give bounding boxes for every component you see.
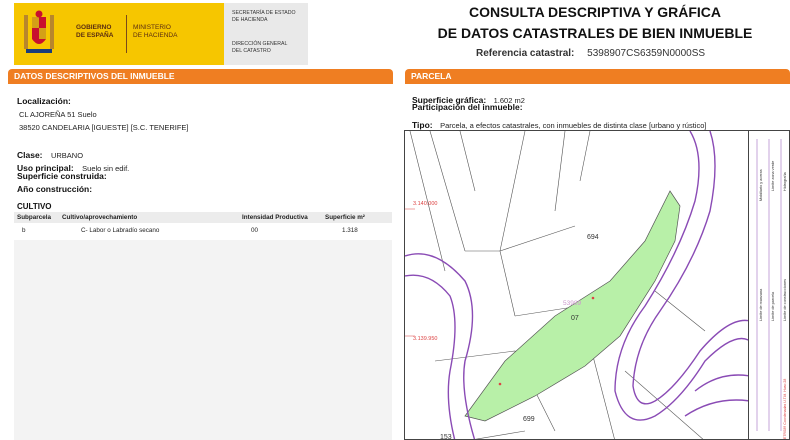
parcel-label-699: 699 xyxy=(523,416,535,423)
table-row: b C- Labor o Labradío secano 00 1.318 xyxy=(14,223,392,237)
superficie-construida-label: Superficie construida: xyxy=(17,171,107,181)
coat-of-arms-icon xyxy=(24,10,54,53)
table-cell: 1.318 xyxy=(342,226,358,234)
address-line1: CL AJOREÑA 51 Suelo xyxy=(19,110,97,119)
parcel-centroid-marker xyxy=(591,296,595,300)
cultivo-title: CULTIVO xyxy=(17,202,52,211)
cadastral-map: 3.140.000 3.139.950 694 07 699 153 53989 xyxy=(404,130,749,440)
column-header: Subparcela xyxy=(14,212,59,223)
map-legend: Límite de manzana Límite de parcela Lími… xyxy=(749,130,790,440)
tipo-label: Tipo: xyxy=(412,120,433,130)
direccion-text: DIRECCIÓN GENERAL DEL CATASTRO xyxy=(232,41,288,54)
legend-item: Límite zona verde xyxy=(771,161,775,191)
section-bar-datos: DATOS DESCRIPTIVOS DEL INMUEBLE xyxy=(8,69,393,84)
column-header: Intensidad Productiva xyxy=(239,212,322,223)
legend-item: Límite de manzana xyxy=(759,288,763,321)
column-header: Superficie m² xyxy=(322,212,392,223)
section-bar-parcela: PARCELA xyxy=(405,69,790,84)
page-header: GOBIERNO DE ESPAÑA MINISTERIO DE HACIEND… xyxy=(0,0,790,68)
cultivo-table-empty-area xyxy=(14,240,392,440)
logo-text-ministerio: MINISTERIO DE HACIENDA xyxy=(133,24,178,39)
anio-construccion-label: Año construcción: xyxy=(17,184,93,194)
coord-label-top: 3.140.000 xyxy=(413,201,437,207)
reference-map-label: 53989 xyxy=(563,300,581,307)
parcel-label-153: 153 xyxy=(440,434,452,440)
address-line2: 38520 CANDELARIA [IGUESTE] [S.C. TENERIF… xyxy=(19,123,189,132)
secretaria-text: SECRETARÍA DE ESTADO DE HACIENDA xyxy=(232,10,296,23)
logo-text-gobierno: GOBIERNO DE ESPAÑA xyxy=(76,24,114,39)
localizacion-label: Localización: xyxy=(17,96,71,106)
parcel-label-07: 07 xyxy=(571,315,579,322)
table-header-row: Subparcela Cultivo/aprovechamiento Inten… xyxy=(14,212,392,223)
secretaria-box: SECRETARÍA DE ESTADO DE HACIENDA DIRECCI… xyxy=(224,3,308,65)
reference-row: Referencia catastral: 5398907CS6359N0000… xyxy=(476,48,705,59)
legend-item: Hidrografía xyxy=(783,171,787,191)
tipo-value: Parcela, a efectos catastrales, con inmu… xyxy=(440,121,707,130)
subparcel-marker xyxy=(498,382,502,386)
government-logo: GOBIERNO DE ESPAÑA MINISTERIO DE HACIEND… xyxy=(14,3,224,65)
map-legend-drawing: Límite de manzana Límite de parcela Lími… xyxy=(756,139,787,439)
column-header: Cultivo/aprovechamiento xyxy=(59,212,239,223)
legend-item: Límite de parcela xyxy=(771,291,775,321)
table-cell: b xyxy=(22,226,26,234)
page-title-line2: DE DATOS CATASTRALES DE BIEN INMUEBLE xyxy=(437,25,753,41)
page-title-line1: CONSULTA DESCRIPTIVA Y GRÁFICA xyxy=(468,4,721,20)
cadastral-map-drawing: 3.140.000 3.139.950 694 07 699 153 53989 xyxy=(405,131,748,440)
parcel-label-694: 694 xyxy=(587,234,599,241)
cultivo-table: Subparcela Cultivo/aprovechamiento Inten… xyxy=(14,212,392,237)
logo-divider xyxy=(126,15,127,53)
table-cell: 00 xyxy=(251,226,259,234)
legend-item: Mobiliario y aceras xyxy=(759,169,763,201)
table-cell: C- Labor o Labradío secano xyxy=(81,226,160,234)
reference-label: Referencia catastral: xyxy=(476,48,575,59)
legend-item: Límite de construcciones xyxy=(783,279,787,321)
coord-label-bottom: 3.139.950 xyxy=(413,336,437,342)
reference-value: 5398907CS6359N0000SS xyxy=(587,48,706,59)
participacion-label: Participación del inmueble: xyxy=(412,102,523,112)
coordinate-system-note: ETRS89 Coordenadas U.T.M. Huso 28 xyxy=(783,379,787,439)
